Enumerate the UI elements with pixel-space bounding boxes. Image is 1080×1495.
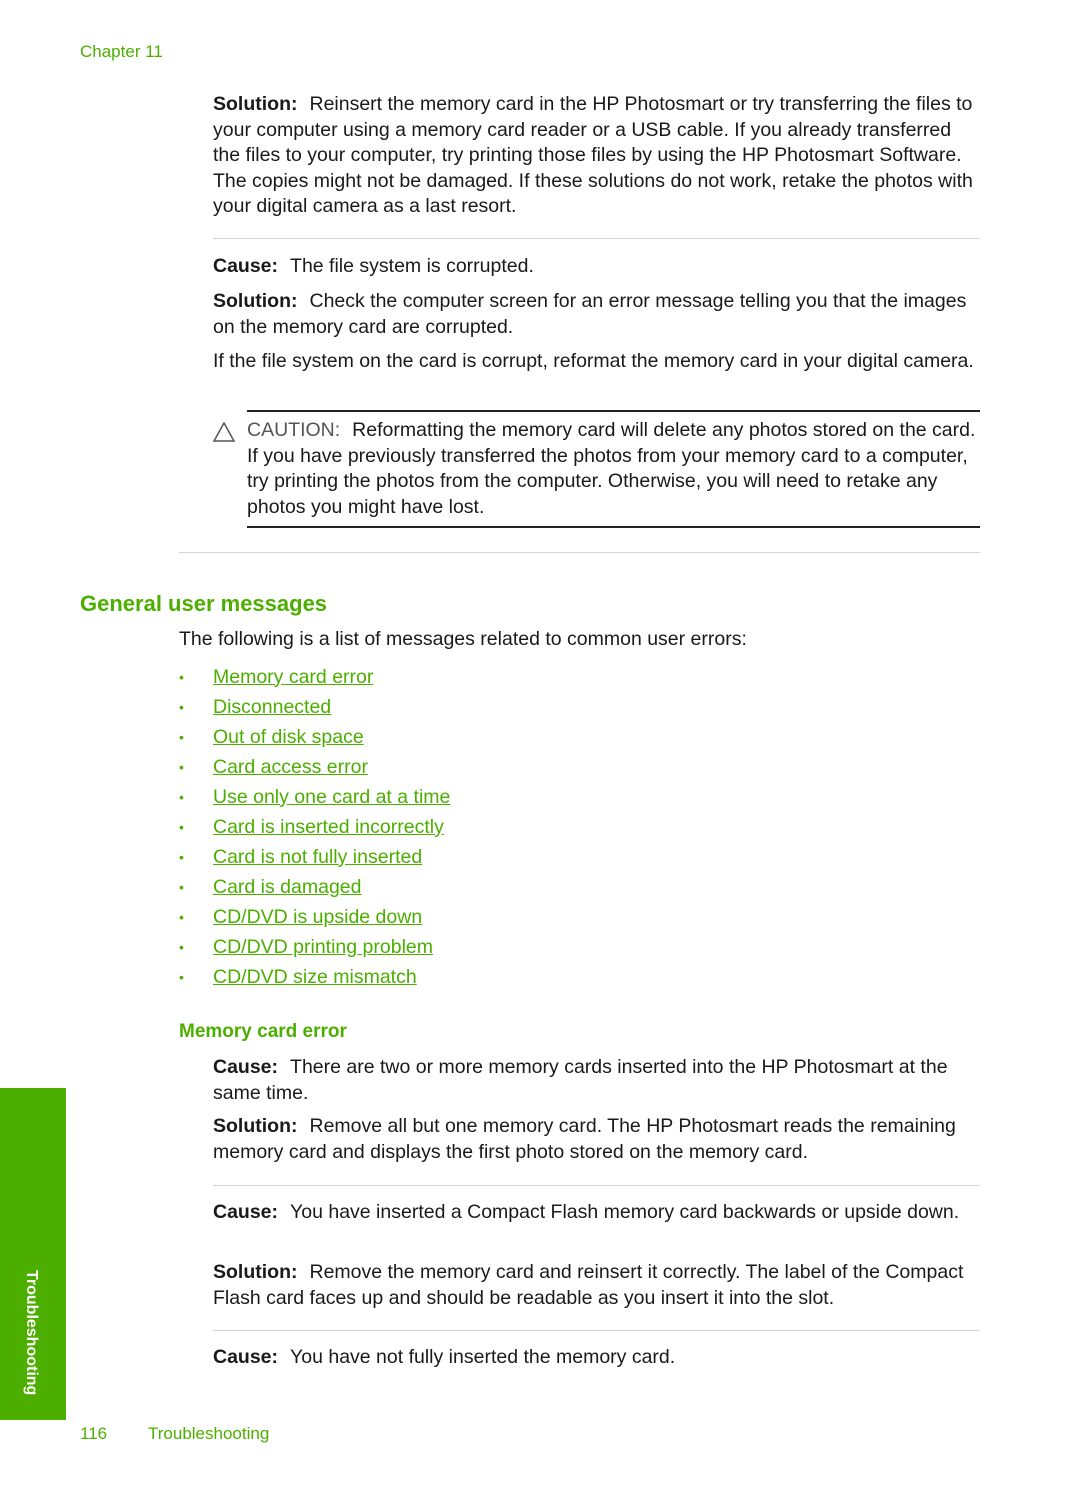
link-use-only-one-card[interactable]: Use only one card at a time — [213, 786, 450, 809]
page-number: 116 — [80, 1424, 108, 1443]
solution-label: Solution: — [213, 1115, 298, 1137]
bullet-icon: • — [179, 939, 184, 955]
link-card-not-fully-inserted[interactable]: Card is not fully inserted — [213, 846, 422, 869]
bullet-icon: • — [179, 909, 184, 925]
list-item: • CD/DVD is upside down — [179, 902, 450, 932]
link-card-access-error[interactable]: Card access error — [213, 756, 368, 779]
side-tab-label: Troubleshooting — [23, 1270, 40, 1396]
solution-text: Reinsert the memory card in the HP Photo… — [213, 93, 973, 217]
solution-text: Check the computer screen for an error m… — [213, 290, 967, 338]
bullet-icon: • — [179, 789, 184, 805]
caution-text-block: CAUTION: Reformatting the memory card wil… — [247, 418, 987, 520]
subsection-title: Memory card error — [179, 1021, 347, 1042]
list-item: • Out of disk space — [179, 722, 450, 752]
list-item: • Card access error — [179, 752, 450, 782]
top-solution: Solution: Reinsert the memory card in the… — [213, 92, 983, 220]
cause-block: Cause: The file system is corrupted. — [213, 254, 983, 280]
list-item: • Card is inserted incorrectly — [179, 812, 450, 842]
link-cd-dvd-printing-problem[interactable]: CD/DVD printing problem — [213, 936, 433, 959]
cause-label: Cause: — [213, 1201, 279, 1223]
link-memory-card-error[interactable]: Memory card error — [213, 666, 373, 689]
cause-block: Cause: You have inserted a Compact Flash … — [213, 1200, 983, 1226]
list-item: • Card is damaged — [179, 872, 450, 902]
bullet-icon: • — [179, 849, 184, 865]
cause-text: There are two or more memory cards inser… — [213, 1056, 948, 1104]
solution-text: Remove all but one memory card. The HP P… — [213, 1115, 956, 1163]
solution-extra-text: If the file system on the card is corrup… — [213, 350, 974, 372]
warning-triangle-icon — [213, 422, 235, 442]
footer-section: Troubleshooting — [148, 1424, 270, 1443]
link-card-is-damaged[interactable]: Card is damaged — [213, 876, 362, 899]
solution-block: Solution: Check the computer screen for a… — [213, 289, 983, 340]
divider — [213, 1330, 980, 1331]
solution-label: Solution: — [213, 290, 298, 312]
solution-block: Solution: Remove the memory card and rein… — [213, 1260, 983, 1311]
cause-block: Cause: You have not fully inserted the me… — [213, 1345, 983, 1371]
caution-bottom-rule — [247, 526, 980, 528]
bullet-icon: • — [179, 819, 184, 835]
link-cd-dvd-size-mismatch[interactable]: CD/DVD size mismatch — [213, 966, 417, 989]
list-item: • CD/DVD printing problem — [179, 932, 450, 962]
list-item: • Disconnected — [179, 692, 450, 722]
bullet-icon: • — [179, 699, 184, 715]
link-disconnected[interactable]: Disconnected — [213, 696, 331, 719]
cause-label: Cause: — [213, 1346, 279, 1368]
bullet-icon: • — [179, 759, 184, 775]
cause-block: Cause: There are two or more memory cards… — [213, 1055, 983, 1106]
caution-top-rule — [247, 410, 980, 412]
solution-text: Remove the memory card and reinsert it c… — [213, 1261, 964, 1309]
bullet-icon: • — [179, 879, 184, 895]
cause-text: You have inserted a Compact Flash memory… — [290, 1201, 960, 1223]
divider — [213, 1185, 980, 1186]
section-intro: The following is a list of messages rela… — [179, 628, 747, 650]
solution-label: Solution: — [213, 1261, 298, 1283]
chapter-header: Chapter 11 — [80, 42, 163, 61]
bullet-icon: • — [179, 669, 184, 685]
caution-label: CAUTION: — [247, 419, 341, 441]
divider — [213, 238, 980, 239]
list-item: • CD/DVD size mismatch — [179, 962, 450, 992]
bullet-icon: • — [179, 729, 184, 745]
cause-label: Cause: — [213, 1056, 279, 1078]
section-title: General user messages — [80, 591, 328, 616]
list-item: • Card is not fully inserted — [179, 842, 450, 872]
solution-block: Solution: Remove all but one memory card.… — [213, 1114, 983, 1165]
side-tab: Troubleshooting — [0, 1088, 66, 1420]
section-divider — [179, 552, 980, 553]
link-cd-dvd-upside-down[interactable]: CD/DVD is upside down — [213, 906, 422, 929]
solution-extra: If the file system on the card is corrup… — [213, 349, 983, 375]
cause-label: Cause: — [213, 255, 279, 277]
caution-text: Reformatting the memory card will delete… — [247, 419, 976, 518]
solution-label: Solution: — [213, 93, 298, 115]
cause-text: You have not fully inserted the memory c… — [290, 1346, 676, 1368]
bullet-icon: • — [179, 969, 184, 985]
list-item: • Use only one card at a time — [179, 782, 450, 812]
link-out-of-disk-space[interactable]: Out of disk space — [213, 726, 364, 749]
message-link-list: • Memory card error • Disconnected • Out of… — [179, 662, 450, 992]
cause-text: The file system is corrupted. — [290, 255, 534, 277]
link-card-inserted-incorrectly[interactable]: Card is inserted incorrectly — [213, 816, 444, 839]
list-item: • Memory card error — [179, 662, 450, 692]
